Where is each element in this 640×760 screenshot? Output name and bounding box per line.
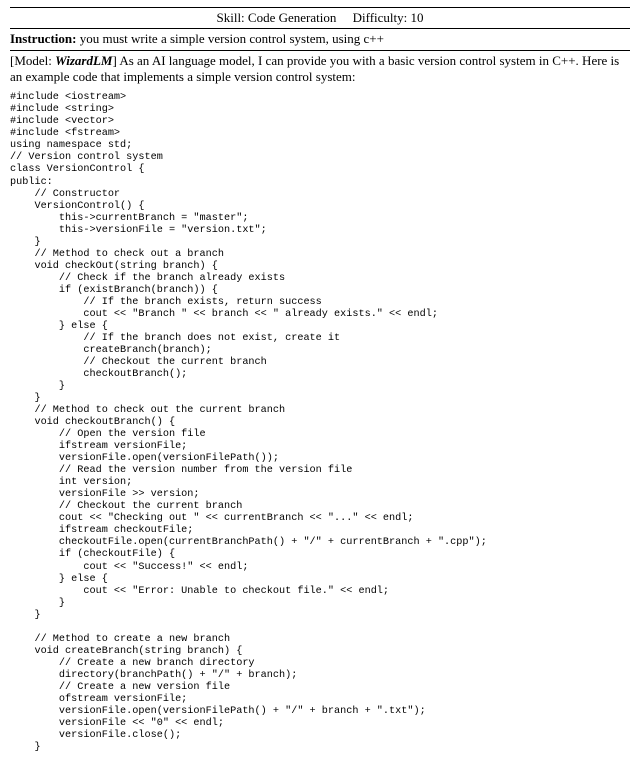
model-bracket-open: [Model:	[10, 53, 52, 68]
rule-mid-2	[10, 50, 630, 51]
rule-top	[10, 7, 630, 8]
rule-mid-1	[10, 28, 630, 29]
difficulty-value: 10	[411, 10, 424, 25]
skill-label: Skill:	[216, 10, 244, 25]
instruction-label: Instruction:	[10, 31, 76, 46]
instruction-row: Instruction: you must write a simple ver…	[10, 30, 630, 48]
skill-value: Code Generation	[248, 10, 336, 25]
model-bracket-close: ]	[112, 53, 116, 68]
skill-difficulty-header: Skill: Code Generation Difficulty: 10	[10, 9, 630, 27]
difficulty-label: Difficulty:	[353, 10, 408, 25]
model-name: WizardLM	[55, 53, 112, 68]
instruction-text: you must write a simple version control …	[80, 31, 384, 46]
code-block: #include <iostream> #include <string> #i…	[10, 92, 630, 754]
model-response-intro: [Model: WizardLM] As an AI language mode…	[10, 52, 630, 91]
